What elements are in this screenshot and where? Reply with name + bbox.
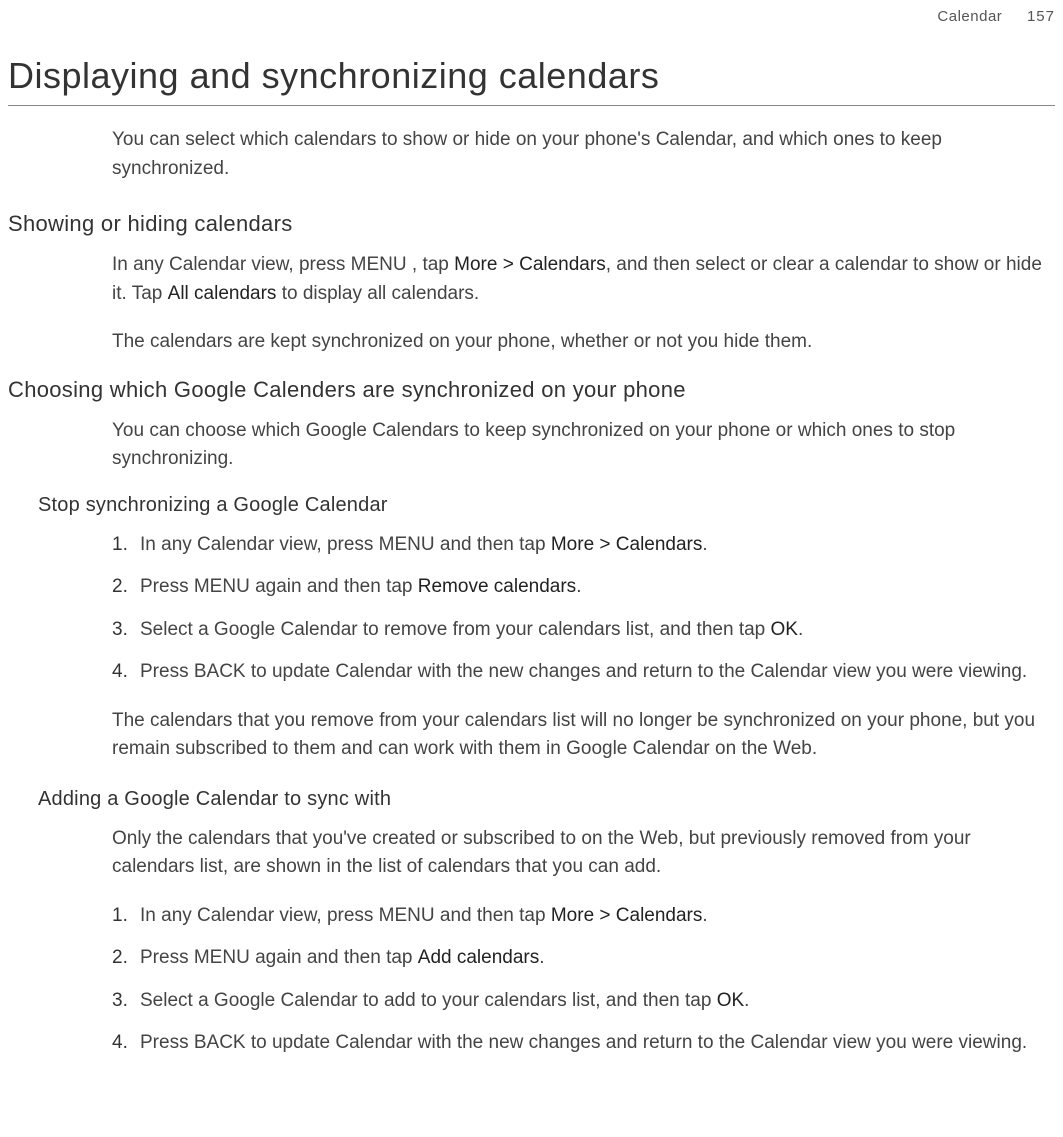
text-fragment: . [539,947,544,968]
list-item: Select a Google Calendar to remove from … [112,616,1047,645]
text-fragment: to display all calendars. [276,283,479,304]
header-page-number: 157 [1027,8,1055,25]
text-fragment: In any Calendar view, press MENU and the… [140,905,551,926]
text-fragment: . [576,576,581,597]
text-fragment: Press BACK to update Calendar with the n… [140,1032,1027,1053]
text-fragment: In any Calendar view, press MENU and the… [140,534,551,555]
bold-text: OK [771,619,798,640]
text-fragment: . [702,534,707,555]
page-header-meta: Calendar 157 [8,8,1055,25]
section-showing-hiding-para1: In any Calendar view, press MENU , tap M… [112,251,1055,308]
bold-text: Remove calendars [418,576,576,597]
intro-paragraph: You can select which calendars to show o… [112,126,1055,183]
section-showing-hiding-para2: The calendars are kept synchronized on y… [112,328,1055,357]
subsection-add-sync-para: Only the calendars that you've created o… [112,825,1055,882]
text-fragment: Press MENU again and then tap [140,576,418,597]
bold-more-calendars: More > Calendars [454,254,606,275]
header-section: Calendar [937,8,1002,25]
text-fragment: . [702,905,707,926]
bold-text: More > Calendars [551,905,703,926]
section-choosing-heading: Choosing which Google Calenders are sync… [8,377,1055,403]
text-fragment: . [798,619,803,640]
text-fragment: Press MENU again and then tap [140,947,418,968]
section-showing-hiding-heading: Showing or hiding calendars [8,211,1055,237]
bold-text: OK [717,990,744,1011]
bold-text: More > Calendars [551,534,703,555]
subsection-add-sync-heading: Adding a Google Calendar to sync with [38,788,1055,811]
text-fragment: . [744,990,749,1011]
list-item: Select a Google Calendar to add to your … [112,987,1047,1016]
list-item: Press BACK to update Calendar with the n… [112,1029,1047,1058]
stop-sync-note: The calendars that you remove from your … [112,707,1047,764]
list-item: Press MENU again and then tap Add calend… [112,944,1047,973]
bold-text: Add calendars [418,947,539,968]
section-choosing-para: You can choose which Google Calendars to… [112,417,1055,474]
text-fragment: In any Calendar view, press MENU , tap [112,254,454,275]
bold-all-calendars: All calendars [168,283,277,304]
list-item: In any Calendar view, press MENU and the… [112,902,1047,931]
list-item: Press MENU again and then tap Remove cal… [112,573,1047,602]
subsection-stop-sync-heading: Stop synchronizing a Google Calendar [38,494,1055,517]
list-item: In any Calendar view, press MENU and the… [112,531,1047,560]
text-fragment: Select a Google Calendar to add to your … [140,990,717,1011]
page-title: Displaying and synchronizing calendars [8,55,1055,106]
text-fragment: Select a Google Calendar to remove from … [140,619,771,640]
list-item: Press BACK to update Calendar with the n… [112,658,1047,687]
text-fragment: Press BACK to update Calendar with the n… [140,661,1027,682]
stop-sync-steps: In any Calendar view, press MENU and the… [112,531,1047,687]
add-sync-steps: In any Calendar view, press MENU and the… [112,902,1047,1058]
